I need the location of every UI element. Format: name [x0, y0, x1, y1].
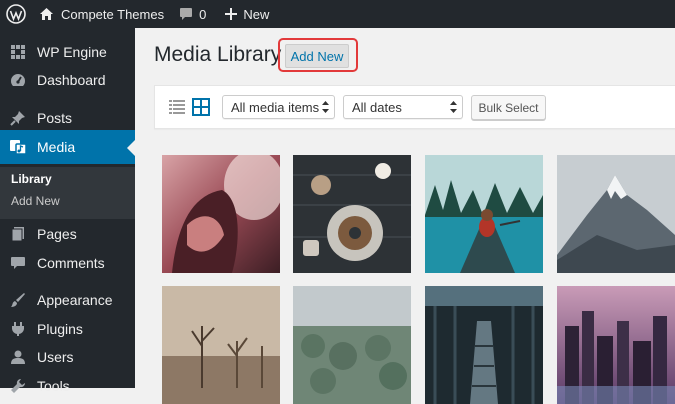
admin-bar-comments[interactable]: 0	[171, 0, 213, 28]
sidebar-item-dashboard[interactable]: Dashboard	[0, 63, 135, 97]
media-toolbar: All media items All dates Bulk Select	[154, 85, 675, 129]
sidebar-item-tools[interactable]: Tools	[0, 369, 135, 403]
sidebar-item-comments[interactable]: Comments	[0, 246, 135, 280]
comments-count: 0	[199, 6, 207, 22]
media-thumbnail[interactable]	[425, 155, 543, 273]
comment-bubble-icon	[180, 8, 193, 20]
mountain-peak-image	[557, 155, 675, 273]
pin-icon	[8, 108, 28, 128]
admin-bar: Compete Themes 0 New	[0, 0, 675, 28]
wp-engine-icon	[8, 42, 28, 62]
media-submenu: Library Add New	[0, 167, 135, 219]
escalator-station-image	[425, 286, 543, 404]
media-thumbnail[interactable]	[425, 286, 543, 404]
sidebar-item-label: Plugins	[37, 321, 83, 337]
date-filter[interactable]: All dates	[343, 95, 463, 119]
media-thumbnail[interactable]	[557, 286, 675, 404]
sidebar-item-label: Posts	[37, 110, 73, 126]
home-icon	[40, 8, 53, 20]
sidebar-item-label: Pages	[37, 226, 77, 242]
page-title: Media Library	[154, 43, 282, 66]
site-name: Compete Themes	[61, 6, 165, 22]
woman-portrait-image	[162, 155, 280, 273]
admin-sidebar: WP Engine Dashboard Posts Media Library …	[0, 28, 135, 394]
submenu-item-add-new[interactable]: Add New	[11, 194, 60, 208]
sidebar-item-label: Appearance	[37, 292, 113, 308]
list-view-icon[interactable]	[169, 99, 185, 115]
admin-bar-new[interactable]: New	[213, 0, 276, 28]
misty-trees-image	[162, 286, 280, 404]
media-thumbnail[interactable]	[162, 286, 280, 404]
grid-view-icon[interactable]	[192, 98, 210, 116]
sidebar-item-label: Dashboard	[37, 72, 106, 88]
coffee-donut-image	[293, 155, 411, 273]
media-thumbnail[interactable]	[293, 286, 411, 404]
user-icon	[8, 347, 28, 367]
media-type-filter[interactable]: All media items	[222, 95, 335, 119]
sidebar-item-label: WP Engine	[37, 44, 107, 60]
city-skyline-image	[557, 286, 675, 404]
pages-icon	[8, 224, 28, 244]
select-arrows-icon	[322, 101, 329, 113]
sidebar-item-label: Users	[37, 349, 74, 365]
aerial-city-image	[293, 286, 411, 404]
sidebar-item-label: Comments	[37, 255, 105, 271]
media-thumbnail[interactable]	[293, 155, 411, 273]
date-filter-value: All dates	[352, 99, 402, 115]
new-label: New	[243, 6, 270, 22]
bulk-select-button[interactable]: Bulk Select	[471, 95, 546, 120]
media-icon	[8, 137, 28, 157]
add-new-button[interactable]: Add New	[285, 44, 349, 68]
sidebar-item-media[interactable]: Media	[0, 130, 135, 164]
admin-bar-site[interactable]: Compete Themes	[35, 0, 171, 28]
sidebar-item-label: Tools	[37, 378, 70, 394]
media-type-filter-value: All media items	[231, 99, 320, 115]
media-thumbnail[interactable]	[162, 155, 280, 273]
canoe-lake-image	[425, 155, 543, 273]
plus-icon	[225, 8, 238, 20]
sidebar-item-label: Media	[37, 139, 76, 155]
submenu-item-library[interactable]: Library	[11, 172, 52, 186]
media-thumbnail[interactable]	[557, 155, 675, 273]
active-menu-arrow	[127, 140, 135, 156]
comments-icon	[8, 253, 28, 273]
dashboard-icon	[8, 70, 28, 90]
plugin-icon	[8, 319, 28, 339]
select-arrows-icon	[450, 101, 457, 113]
brush-icon	[8, 290, 28, 310]
wordpress-logo-icon[interactable]	[0, 0, 35, 28]
wrench-icon	[8, 376, 28, 396]
